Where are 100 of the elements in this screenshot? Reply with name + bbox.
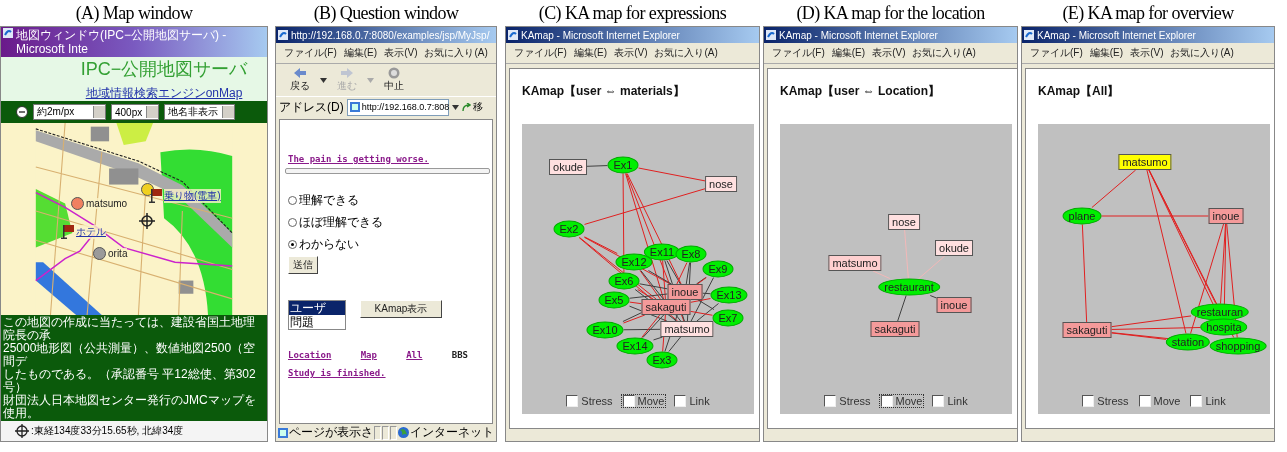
radio-button[interactable]: [288, 240, 297, 249]
user-node[interactable]: okude: [549, 159, 587, 175]
menu-item[interactable]: ファイル(F): [514, 46, 567, 60]
list-option[interactable]: 問題: [289, 315, 345, 329]
checkbox-option[interactable]: Link: [1188, 394, 1228, 408]
page-heading: KAmap【user ⇔ materials】: [522, 83, 686, 100]
item-node[interactable]: plane: [1062, 207, 1102, 225]
site-link[interactable]: 地域情報検索エンジンonMap: [25, 84, 243, 102]
item-node[interactable]: restaurant: [878, 278, 940, 296]
submit-button[interactable]: 送信: [288, 256, 318, 274]
menu-item[interactable]: 表示(V): [614, 46, 648, 60]
menu-item[interactable]: ファイル(F): [772, 46, 825, 60]
arrow-icon: [461, 102, 471, 112]
item-node[interactable]: Ex2: [553, 220, 585, 238]
address-label: アドレス(D): [279, 98, 344, 116]
checkbox[interactable]: [1082, 395, 1095, 407]
item-node[interactable]: Ex10: [586, 321, 624, 339]
checkbox-option[interactable]: Move: [878, 394, 925, 408]
checkbox-option[interactable]: Stress: [1080, 394, 1131, 408]
browser-icon: [766, 30, 776, 40]
go-button[interactable]: 移: [461, 100, 483, 114]
item-node[interactable]: station: [1165, 333, 1211, 351]
user-node[interactable]: inoue: [936, 297, 972, 313]
user-node[interactable]: sakaguti: [1062, 322, 1112, 338]
user-node[interactable]: matsumo: [828, 255, 882, 271]
checkbox-option[interactable]: Move: [1136, 394, 1183, 408]
item-node[interactable]: Ex13: [710, 286, 748, 304]
user-node[interactable]: sakaguti: [870, 321, 920, 337]
radio-option[interactable]: ほぼ理解できる: [288, 214, 484, 231]
figure-caption: (A) Map window: [75, 2, 193, 24]
menu-item[interactable]: 編集(E): [831, 46, 866, 60]
menu-item[interactable]: お気に入り(A): [654, 46, 718, 60]
user-node[interactable]: sakaguti: [641, 299, 691, 315]
menu-item[interactable]: お気に入り(A): [1170, 46, 1234, 60]
checkbox-option[interactable]: Move: [620, 394, 667, 408]
checkbox-option[interactable]: Stress: [822, 394, 873, 408]
item-node[interactable]: restauran: [1190, 303, 1250, 321]
user-node[interactable]: nose: [888, 214, 920, 230]
user-node[interactable]: nose: [705, 176, 737, 192]
radio-button[interactable]: [288, 218, 297, 227]
dropdown[interactable]: 約2m/px: [33, 104, 106, 120]
list-box[interactable]: ユーザ 問題: [288, 300, 346, 330]
menu-item[interactable]: ファイル(F): [284, 46, 337, 60]
list-option[interactable]: ユーザ: [289, 301, 345, 315]
menu-item[interactable]: 表示(V): [1130, 46, 1164, 60]
checkbox[interactable]: [622, 395, 635, 407]
menu-item[interactable]: 表示(V): [384, 46, 418, 60]
checkbox-option[interactable]: Link: [672, 394, 712, 408]
menu-item[interactable]: 表示(V): [872, 46, 906, 60]
menu-item[interactable]: 編集(E): [343, 46, 378, 60]
menu-item[interactable]: お気に入り(A): [912, 46, 976, 60]
nav-link[interactable]: Location: [288, 350, 332, 360]
item-node[interactable]: Ex8: [675, 245, 707, 263]
caret-icon: [451, 104, 459, 110]
user-node[interactable]: matsumo: [1118, 154, 1172, 170]
checkbox-option[interactable]: Stress: [564, 394, 615, 408]
dropdown[interactable]: 400px: [111, 104, 160, 120]
item-node[interactable]: Ex5: [598, 291, 630, 309]
user-node[interactable]: inoue: [1208, 208, 1244, 224]
menu-item[interactable]: お気に入り(A): [424, 46, 488, 60]
place-link[interactable]: ホテル: [76, 225, 106, 239]
checkbox[interactable]: [824, 395, 837, 407]
toolbar-button[interactable]: 中止: [384, 67, 404, 93]
site-title: IPC−公開地図サーバ: [79, 57, 248, 81]
checkbox[interactable]: [1190, 395, 1203, 407]
nav-link[interactable]: All: [406, 350, 423, 360]
place-link[interactable]: 乗り物(電車): [164, 189, 221, 203]
checkbox-option[interactable]: Link: [930, 394, 970, 408]
item-node[interactable]: Ex1: [607, 156, 639, 174]
user-node[interactable]: okude: [935, 240, 973, 256]
item-node[interactable]: Ex9: [702, 260, 734, 278]
address-field[interactable]: http://192.168.0.7:808: [346, 98, 449, 116]
radio-option[interactable]: 理解できる: [288, 192, 484, 209]
checkbox[interactable]: [674, 395, 687, 407]
user-node[interactable]: matsumo: [660, 321, 714, 337]
user-node[interactable]: inoue: [667, 284, 703, 300]
checkbox[interactable]: [566, 395, 579, 407]
item-node[interactable]: Ex6: [608, 272, 640, 290]
item-node[interactable]: shopping: [1209, 337, 1267, 355]
menu-item[interactable]: ファイル(F): [1030, 46, 1083, 60]
item-node[interactable]: Ex3: [646, 351, 678, 369]
dropdown[interactable]: 地名非表示: [164, 104, 236, 120]
item-node[interactable]: hospita: [1200, 318, 1248, 336]
notice-text: したものである。（承認番号 平12総使、第302号）: [3, 368, 257, 394]
checkbox[interactable]: [1138, 395, 1151, 407]
radio-option[interactable]: わからない: [288, 236, 484, 253]
kamap-button[interactable]: KAmap表示: [360, 300, 442, 318]
menu-item[interactable]: 編集(E): [573, 46, 608, 60]
item-node[interactable]: Ex14: [616, 337, 654, 355]
item-node[interactable]: Ex7: [712, 309, 744, 327]
toolbar-button[interactable]: 戻る: [290, 67, 310, 93]
input-field[interactable]: [285, 168, 490, 174]
finish-link[interactable]: Study is finished.: [288, 368, 386, 378]
radio-button[interactable]: [288, 196, 297, 205]
checkbox[interactable]: [880, 395, 893, 407]
window-title: 地図ウィンドウ(IPC−公開地図サーバ) - Microsoft Inte: [16, 28, 228, 56]
checkbox[interactable]: [932, 395, 945, 407]
nav-link[interactable]: Map: [360, 350, 377, 360]
question-link[interactable]: The pain is getting worse.: [288, 154, 429, 164]
menu-item[interactable]: 編集(E): [1089, 46, 1124, 60]
